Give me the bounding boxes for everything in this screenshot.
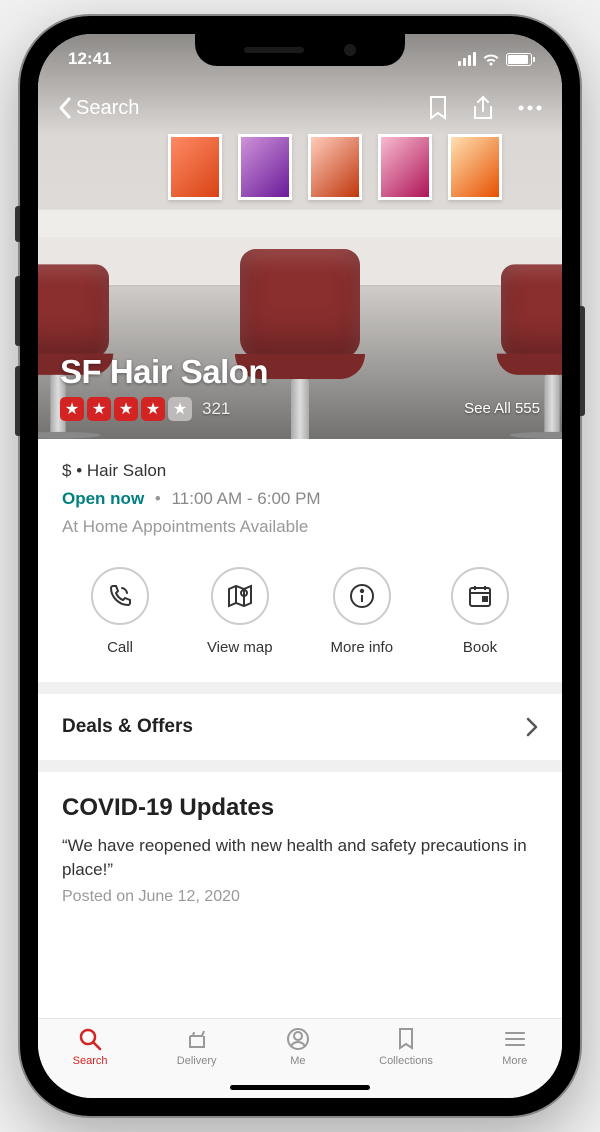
deals-offers-row[interactable]: Deals & Offers — [38, 694, 562, 760]
bookmark-icon — [396, 1027, 416, 1051]
hero-image[interactable]: Search SF Hair Salon ★ ★ ★ — [38, 34, 562, 439]
tab-more[interactable]: More — [502, 1027, 527, 1067]
book-button[interactable]: Book — [451, 567, 509, 656]
hours-row[interactable]: Open now • 11:00 AM - 6:00 PM — [62, 489, 538, 509]
screen: 12:41 — [38, 34, 562, 1098]
category: Hair Salon — [87, 461, 166, 480]
menu-icon — [504, 1027, 526, 1051]
wall-art — [168, 134, 222, 200]
action-label: View map — [207, 639, 273, 656]
chevron-left-icon — [58, 97, 72, 119]
notch — [195, 34, 405, 66]
covid-posted-date: Posted on June 12, 2020 — [62, 888, 538, 906]
see-all-photos[interactable]: See All 555 — [464, 400, 540, 417]
content: Search SF Hair Salon ★ ★ ★ — [38, 34, 562, 1018]
tab-label: Collections — [379, 1055, 433, 1067]
tab-label: Search — [73, 1055, 108, 1067]
delivery-icon — [185, 1027, 209, 1051]
cellular-signal-icon — [458, 52, 476, 66]
covid-quote: “We have reopened with new health and sa… — [62, 834, 538, 882]
back-label: Search — [76, 97, 139, 120]
business-name: SF Hair Salon — [60, 353, 540, 391]
review-count: 321 — [202, 399, 230, 419]
mute-switch — [15, 206, 20, 242]
profile-icon — [286, 1027, 310, 1051]
star-icon: ★ — [141, 397, 165, 421]
home-indicator[interactable] — [230, 1085, 370, 1090]
wall-art — [238, 134, 292, 200]
chevron-right-icon — [526, 717, 538, 737]
price-category: $ • Hair Salon — [62, 461, 538, 481]
info-card: $ • Hair Salon Open now • 11:00 AM - 6:0… — [38, 439, 562, 682]
covid-section: COVID-19 Updates “We have reopened with … — [38, 772, 562, 916]
deals-title: Deals & Offers — [62, 716, 193, 738]
info-icon — [333, 567, 391, 625]
view-map-button[interactable]: View map — [207, 567, 273, 656]
star-icon: ★ — [60, 397, 84, 421]
hero-content: SF Hair Salon ★ ★ ★ ★ ★ 321 See All 555 — [60, 353, 540, 421]
call-button[interactable]: Call — [91, 567, 149, 656]
star-icon: ★ — [87, 397, 111, 421]
action-label: Book — [463, 639, 497, 656]
phone-icon — [91, 567, 149, 625]
nav-bar: Search — [38, 84, 562, 132]
action-label: More info — [331, 639, 394, 656]
tab-label: More — [502, 1055, 527, 1067]
power-button — [580, 306, 585, 416]
volume-down — [15, 366, 20, 436]
map-icon — [211, 567, 269, 625]
back-button[interactable]: Search — [58, 97, 139, 120]
tab-delivery[interactable]: Delivery — [177, 1027, 217, 1067]
status-time: 12:41 — [68, 49, 111, 69]
more-icon[interactable] — [518, 105, 542, 111]
bookmark-icon[interactable] — [428, 95, 448, 121]
status-indicators — [458, 52, 532, 66]
tab-label: Delivery — [177, 1055, 217, 1067]
tab-label: Me — [290, 1055, 305, 1067]
salon-decor — [38, 209, 562, 239]
service-note: At Home Appointments Available — [62, 517, 538, 537]
tab-search[interactable]: Search — [73, 1027, 108, 1067]
action-label: Call — [107, 639, 133, 656]
star-icon: ★ — [168, 397, 192, 421]
star-icon: ★ — [114, 397, 138, 421]
nav-actions — [428, 95, 542, 121]
divider — [38, 682, 562, 694]
hours: 11:00 AM - 6:00 PM — [172, 489, 321, 508]
search-icon — [78, 1027, 102, 1051]
price-level: $ — [62, 461, 71, 480]
wall-art — [308, 134, 362, 200]
covid-title: COVID-19 Updates — [62, 794, 538, 822]
open-status: Open now — [62, 489, 144, 508]
wall-art — [378, 134, 432, 200]
share-icon[interactable] — [472, 95, 494, 121]
volume-up — [15, 276, 20, 346]
divider — [38, 760, 562, 772]
phone-frame: 12:41 — [20, 16, 580, 1116]
calendar-icon — [451, 567, 509, 625]
tab-me[interactable]: Me — [286, 1027, 310, 1067]
more-info-button[interactable]: More info — [331, 567, 394, 656]
tab-collections[interactable]: Collections — [379, 1027, 433, 1067]
star-rating: ★ ★ ★ ★ ★ — [60, 397, 192, 421]
wall-art — [448, 134, 502, 200]
wifi-icon — [482, 52, 500, 66]
action-row: Call View map More info — [62, 567, 538, 656]
rating-row[interactable]: ★ ★ ★ ★ ★ 321 See All 555 — [60, 397, 540, 421]
battery-icon — [506, 53, 532, 66]
